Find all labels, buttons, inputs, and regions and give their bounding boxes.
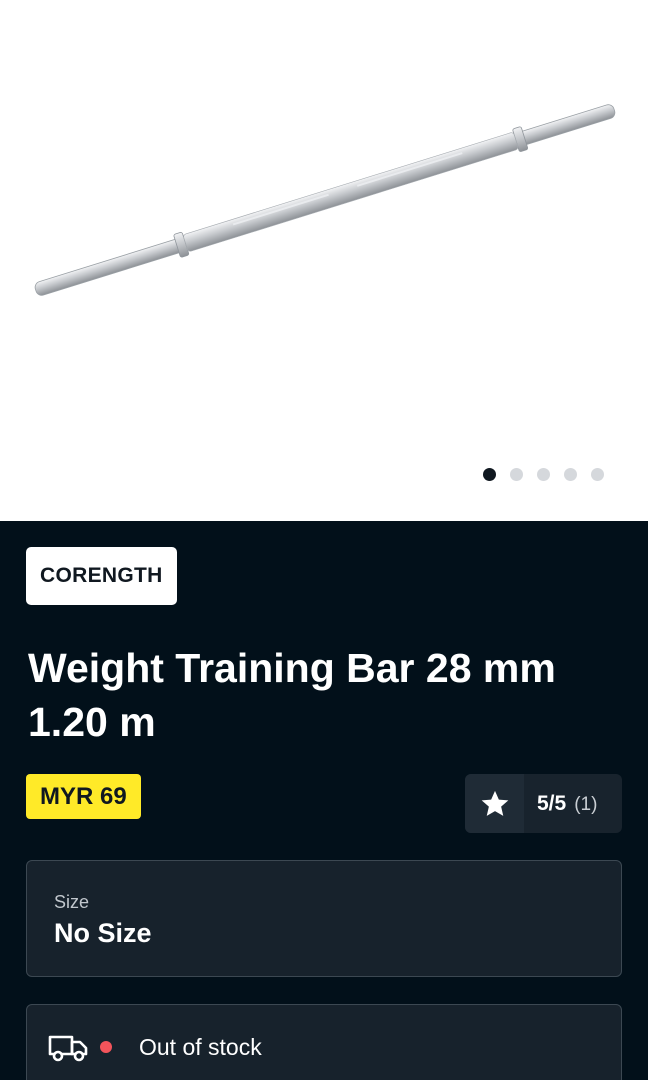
rating-score: 5/5 bbox=[537, 791, 567, 815]
rating-summary[interactable]: 5/5 (1) bbox=[465, 774, 622, 833]
size-selector[interactable]: Size No Size bbox=[26, 860, 622, 977]
price-tag: MYR 69 bbox=[26, 774, 141, 819]
product-title: Weight Training Bar 28 mm 1.20 m bbox=[28, 645, 556, 745]
carousel-dot-5[interactable] bbox=[591, 468, 604, 481]
size-label: Size bbox=[54, 892, 90, 912]
carousel-dot-4[interactable] bbox=[564, 468, 577, 481]
carousel-dot-1[interactable] bbox=[483, 468, 496, 481]
rating-count: (1) bbox=[574, 793, 598, 815]
brand-badge[interactable]: CORENGTH bbox=[26, 547, 177, 605]
carousel-dot-3[interactable] bbox=[537, 468, 550, 481]
price-value: MYR 69 bbox=[40, 782, 127, 810]
carousel-dot-2[interactable] bbox=[510, 468, 523, 481]
product-info-panel: CORENGTH Weight Training Bar 28 mm 1.20 … bbox=[0, 521, 648, 1080]
star-icon bbox=[465, 774, 524, 833]
product-image[interactable] bbox=[0, 0, 648, 460]
stock-status: Out of stock bbox=[139, 1034, 262, 1060]
size-value: No Size bbox=[54, 918, 152, 948]
truck-icon bbox=[48, 1035, 88, 1062]
stock-status-dot bbox=[100, 1041, 112, 1053]
product-gallery[interactable] bbox=[0, 0, 648, 521]
carousel-dots bbox=[483, 468, 604, 481]
stock-availability: Out of stock bbox=[26, 1004, 622, 1080]
brand-name: CORENGTH bbox=[40, 564, 163, 587]
